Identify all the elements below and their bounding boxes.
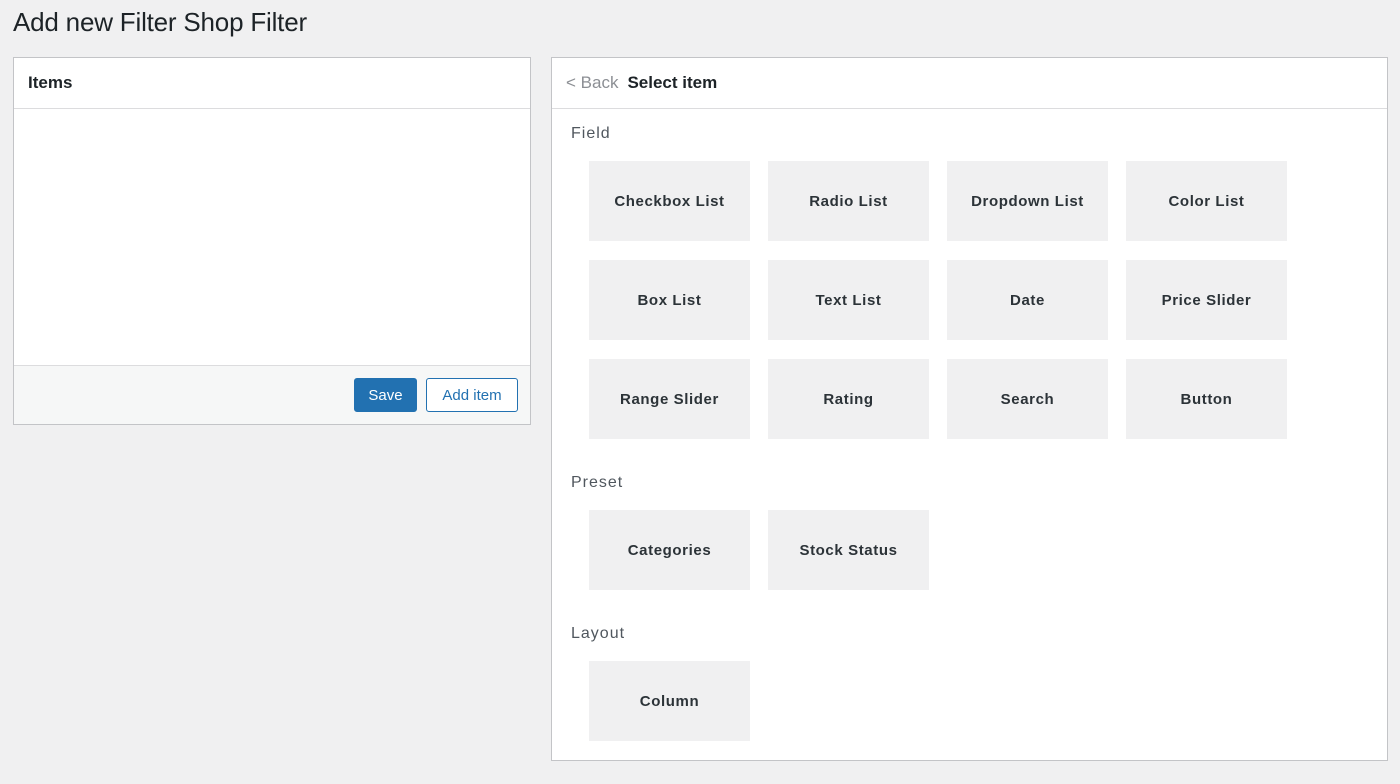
back-link[interactable]: < Back (566, 73, 618, 93)
tile-button[interactable]: Button (1126, 359, 1287, 439)
tile-column[interactable]: Column (589, 661, 750, 741)
section-label-field: Field (571, 125, 611, 142)
tile-text-list[interactable]: Text List (768, 260, 929, 340)
add-item-button[interactable]: Add item (426, 378, 518, 412)
page-title: Add new Filter Shop Filter (13, 7, 307, 37)
tile-rating[interactable]: Rating (768, 359, 929, 439)
tile-color-list[interactable]: Color List (1126, 161, 1287, 241)
items-list (14, 109, 530, 367)
tile-search[interactable]: Search (947, 359, 1108, 439)
select-item-header: < Back Select item (552, 58, 1387, 109)
items-panel-footer: Save Add item (14, 365, 530, 424)
tile-checkbox-list[interactable]: Checkbox List (589, 161, 750, 241)
tile-range-slider[interactable]: Range Slider (589, 359, 750, 439)
items-panel-header: Items (14, 58, 530, 109)
save-button[interactable]: Save (354, 378, 417, 412)
select-item-title: Select item (627, 73, 718, 92)
select-item-panel: < Back Select item Field Checkbox List R… (551, 57, 1388, 761)
tile-date[interactable]: Date (947, 260, 1108, 340)
items-panel: Items Save Add item (13, 57, 531, 425)
tile-categories[interactable]: Categories (589, 510, 750, 590)
tile-dropdown-list[interactable]: Dropdown List (947, 161, 1108, 241)
tile-radio-list[interactable]: Radio List (768, 161, 929, 241)
items-panel-title: Items (28, 73, 73, 92)
tile-stock-status[interactable]: Stock Status (768, 510, 929, 590)
section-label-layout: Layout (571, 625, 626, 642)
tile-box-list[interactable]: Box List (589, 260, 750, 340)
section-label-preset: Preset (571, 474, 624, 491)
tile-price-slider[interactable]: Price Slider (1126, 260, 1287, 340)
